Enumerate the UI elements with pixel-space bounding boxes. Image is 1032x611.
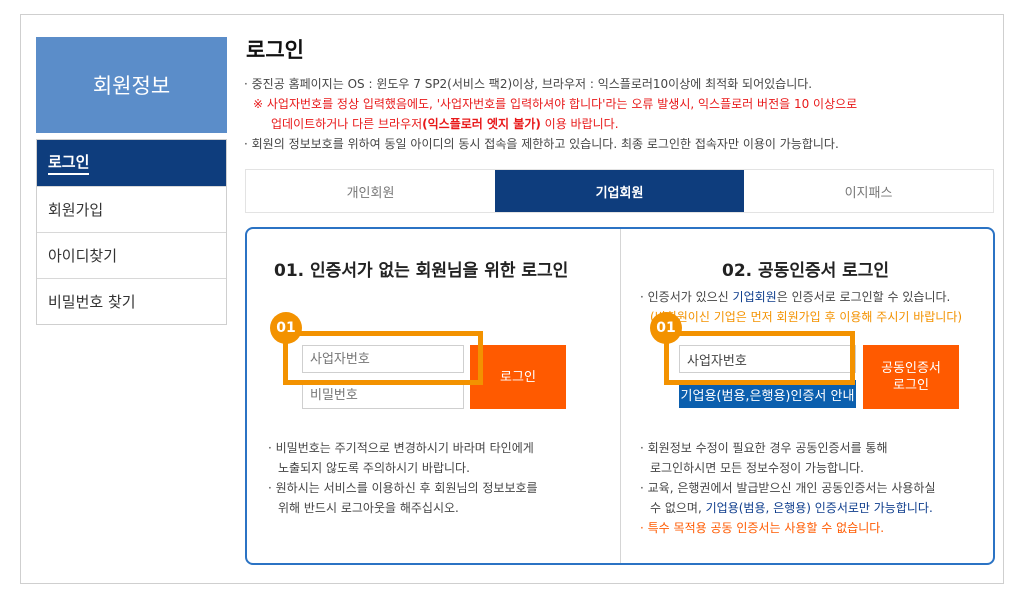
left-box-description: · 비밀번호는 주기적으로 변경하시기 바라며 타인에게 노출되지 않도록 주의… xyxy=(268,438,538,518)
member-type-tabs: 개인회원 기업회원 이지패스 xyxy=(245,169,994,213)
tab-easypass[interactable]: 이지패스 xyxy=(744,170,993,212)
left-box-title: 01. 인증서가 없는 회원님을 위한 로그인 xyxy=(274,261,569,281)
desc-line: 로그인하시면 모든 정보수정이 가능합니다. xyxy=(650,461,864,475)
cert-login-button[interactable]: 공동인증서 로그인 xyxy=(863,345,959,409)
desc-line: 노출되지 않도록 주의하시기 바랍니다. xyxy=(278,461,470,475)
cert-button-label: 공동인증서 xyxy=(881,361,941,376)
desc-line: · 교육, 은행권에서 발급받으신 개인 공동인증서는 사용하실 xyxy=(640,481,936,495)
info-line: · 인증서가 있으신 기업회원은 인증서로 로그인할 수 있습니다. xyxy=(640,287,962,307)
login-button[interactable]: 로그인 xyxy=(470,345,566,409)
desc-line: · 원하시는 서비스를 이용하신 후 회원님의 정보보호를 xyxy=(268,481,538,495)
tab-business[interactable]: 기업회원 xyxy=(495,170,744,212)
desc-line: 수 없으며, 기업용(범용, 은행용) 인증서로만 가능합니다. xyxy=(640,498,935,518)
info-text: · 인증서가 있으신 xyxy=(640,290,733,304)
sidebar-item-label: 비밀번호 찾기 xyxy=(48,293,136,311)
password-input[interactable] xyxy=(302,381,464,409)
sidebar-item-label: 회원가입 xyxy=(48,201,104,219)
warning-text: 업데이트하거나 다른 브라우저 xyxy=(271,117,423,131)
tab-personal[interactable]: 개인회원 xyxy=(246,170,495,212)
right-box-info: · 인증서가 있으신 기업회원은 인증서로 로그인할 수 있습니다. (비회원이… xyxy=(640,287,962,327)
panel-divider xyxy=(620,229,621,563)
desc-line: · 회원정보 수정이 필요한 경우 공동인증서를 통해 xyxy=(640,441,888,455)
sidebar-item-find-password[interactable]: 비밀번호 찾기 xyxy=(37,278,226,324)
desc-text: 수 없으며, xyxy=(650,501,706,515)
sidebar-title: 회원정보 xyxy=(36,37,227,133)
cert-button-label: 로그인 xyxy=(893,378,929,393)
notice-line: · 중진공 홈페이지는 OS : 윈도우 7 SP2(서비스 팩2)이상, 브라… xyxy=(244,77,813,91)
warning-line-2: 업데이트하거나 다른 브라우저(익스플로러 엣지 불가) 이용 바랍니다. xyxy=(244,114,857,134)
warning-text-bold: (익스플로러 엣지 불가) xyxy=(422,117,541,131)
warning-text: 이용 바랍니다. xyxy=(540,117,619,131)
sidebar-item-label: 로그인 xyxy=(48,151,90,175)
page-title: 로그인 xyxy=(246,38,304,62)
notice-line: · 회원의 정보보호를 위하여 동일 아이디의 동시 접속을 제한하고 있습니다… xyxy=(244,137,839,151)
notice-block: · 중진공 홈페이지는 OS : 윈도우 7 SP2(서비스 팩2)이상, 브라… xyxy=(244,74,857,154)
step-badge: 01 xyxy=(270,312,302,344)
info-text-highlight: 기업회원 xyxy=(732,290,777,304)
sidebar-item-login[interactable]: 로그인 xyxy=(37,140,226,186)
desc-line-warning: · 특수 목적용 공동 인증서는 사용할 수 없습니다. xyxy=(640,521,885,535)
desc-line: · 비밀번호는 주기적으로 변경하시기 바라며 타인에게 xyxy=(268,441,534,455)
step-badge: 01 xyxy=(650,312,682,344)
warning-line: ※ 사업자번호를 정상 입력했음에도, '사업자번호를 입력하셔야 합니다'라는… xyxy=(253,97,858,111)
desc-line: 위해 반드시 로그아웃을 해주십시오. xyxy=(278,501,459,515)
desc-text-highlight: 기업용(범용, 은행용) 인증서로만 가능합니다. xyxy=(705,501,933,515)
sidebar-item-signup[interactable]: 회원가입 xyxy=(37,186,226,232)
right-box-title: 02. 공동인증서 로그인 xyxy=(722,261,890,281)
highlight-box xyxy=(664,331,855,385)
sidebar-item-find-id[interactable]: 아이디찾기 xyxy=(37,232,226,278)
highlight-box xyxy=(283,331,483,385)
sidebar-menu: 로그인 회원가입 아이디찾기 비밀번호 찾기 xyxy=(36,139,227,325)
info-line-orange: (비회원이신 기업은 먼저 회원가입 후 이용해 주시기 바랍니다) xyxy=(650,310,963,324)
info-text: 은 인증서로 로그인할 수 있습니다. xyxy=(776,290,951,304)
right-box-description: · 회원정보 수정이 필요한 경우 공동인증서를 통해 로그인하시면 모든 정보… xyxy=(640,438,935,538)
sidebar-item-label: 아이디찾기 xyxy=(48,247,118,265)
